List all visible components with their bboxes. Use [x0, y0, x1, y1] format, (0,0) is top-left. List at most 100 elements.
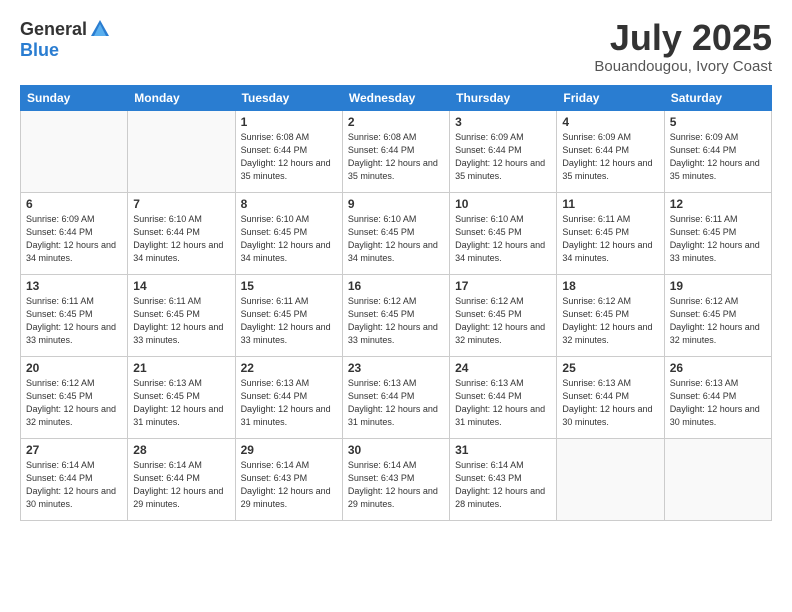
day-number: 15 — [241, 279, 337, 293]
calendar-title: July 2025 — [594, 18, 772, 58]
header-wednesday: Wednesday — [342, 85, 449, 110]
day-info: Sunrise: 6:10 AM Sunset: 6:45 PM Dayligh… — [348, 213, 444, 265]
table-row: 16 Sunrise: 6:12 AM Sunset: 6:45 PM Dayli… — [342, 274, 449, 356]
table-row: 20 Sunrise: 6:12 AM Sunset: 6:45 PM Dayli… — [21, 356, 128, 438]
table-row: 10 Sunrise: 6:10 AM Sunset: 6:45 PM Dayli… — [450, 192, 557, 274]
day-info: Sunrise: 6:08 AM Sunset: 6:44 PM Dayligh… — [348, 131, 444, 183]
table-row: 23Sunrise: 6:13 AM Sunset: 6:44 PM Dayli… — [342, 356, 449, 438]
day-info: Sunrise: 6:13 AM Sunset: 6:44 PM Dayligh… — [455, 377, 551, 429]
table-row: 31Sunrise: 6:14 AM Sunset: 6:43 PM Dayli… — [450, 438, 557, 520]
table-row — [664, 438, 771, 520]
table-row: 12 Sunrise: 6:11 AM Sunset: 6:45 PM Dayli… — [664, 192, 771, 274]
day-number: 21 — [133, 361, 229, 375]
table-row: 6 Sunrise: 6:09 AM Sunset: 6:44 PM Daylig… — [21, 192, 128, 274]
day-number: 9 — [348, 197, 444, 211]
day-info: Sunrise: 6:13 AM Sunset: 6:44 PM Dayligh… — [241, 377, 337, 429]
day-info: Sunrise: 6:11 AM Sunset: 6:45 PM Dayligh… — [241, 295, 337, 347]
day-number: 5 — [670, 115, 766, 129]
day-number: 8 — [241, 197, 337, 211]
day-info: Sunrise: 6:10 AM Sunset: 6:45 PM Dayligh… — [241, 213, 337, 265]
table-row: 26Sunrise: 6:13 AM Sunset: 6:44 PM Dayli… — [664, 356, 771, 438]
day-number: 12 — [670, 197, 766, 211]
day-number: 25 — [562, 361, 658, 375]
day-number: 7 — [133, 197, 229, 211]
logo-blue: Blue — [20, 40, 59, 61]
day-number: 29 — [241, 443, 337, 457]
table-row: 24 Sunrise: 6:13 AM Sunset: 6:44 PM Dayli… — [450, 356, 557, 438]
day-info: Sunrise: 6:11 AM Sunset: 6:45 PM Dayligh… — [670, 213, 766, 265]
day-info: Sunrise: 6:08 AM Sunset: 6:44 PM Dayligh… — [241, 131, 337, 183]
day-number: 10 — [455, 197, 551, 211]
day-number: 6 — [26, 197, 122, 211]
day-number: 28 — [133, 443, 229, 457]
table-row: 11 Sunrise: 6:11 AM Sunset: 6:45 PM Dayli… — [557, 192, 664, 274]
table-row: 7 Sunrise: 6:10 AM Sunset: 6:44 PM Daylig… — [128, 192, 235, 274]
day-number: 26 — [670, 361, 766, 375]
table-row: 3Sunrise: 6:09 AM Sunset: 6:44 PM Daylig… — [450, 110, 557, 192]
day-info: Sunrise: 6:10 AM Sunset: 6:44 PM Dayligh… — [133, 213, 229, 265]
day-number: 31 — [455, 443, 551, 457]
day-info: Sunrise: 6:11 AM Sunset: 6:45 PM Dayligh… — [26, 295, 122, 347]
header-thursday: Thursday — [450, 85, 557, 110]
header-tuesday: Tuesday — [235, 85, 342, 110]
day-number: 24 — [455, 361, 551, 375]
page: General Blue July 2025 Bouandougou, Ivor… — [0, 0, 792, 612]
table-row: 1Sunrise: 6:08 AM Sunset: 6:44 PM Daylig… — [235, 110, 342, 192]
header-saturday: Saturday — [664, 85, 771, 110]
day-info: Sunrise: 6:11 AM Sunset: 6:45 PM Dayligh… — [562, 213, 658, 265]
day-info: Sunrise: 6:13 AM Sunset: 6:44 PM Dayligh… — [562, 377, 658, 429]
logo-general: General — [20, 19, 87, 40]
day-info: Sunrise: 6:14 AM Sunset: 6:44 PM Dayligh… — [26, 459, 122, 511]
day-number: 2 — [348, 115, 444, 129]
table-row: 29 Sunrise: 6:14 AM Sunset: 6:43 PM Dayli… — [235, 438, 342, 520]
header: General Blue July 2025 Bouandougou, Ivor… — [20, 18, 772, 75]
day-number: 17 — [455, 279, 551, 293]
table-row: 19Sunrise: 6:12 AM Sunset: 6:45 PM Dayli… — [664, 274, 771, 356]
day-info: Sunrise: 6:14 AM Sunset: 6:43 PM Dayligh… — [241, 459, 337, 511]
calendar-week-row: 27 Sunrise: 6:14 AM Sunset: 6:44 PM Dayli… — [21, 438, 772, 520]
logo-icon — [89, 18, 111, 40]
day-number: 20 — [26, 361, 122, 375]
table-row: 21 Sunrise: 6:13 AM Sunset: 6:45 PM Dayli… — [128, 356, 235, 438]
table-row: 2 Sunrise: 6:08 AM Sunset: 6:44 PM Daylig… — [342, 110, 449, 192]
day-info: Sunrise: 6:14 AM Sunset: 6:43 PM Dayligh… — [348, 459, 444, 511]
day-info: Sunrise: 6:12 AM Sunset: 6:45 PM Dayligh… — [348, 295, 444, 347]
day-info: Sunrise: 6:09 AM Sunset: 6:44 PM Dayligh… — [670, 131, 766, 183]
day-number: 11 — [562, 197, 658, 211]
day-info: Sunrise: 6:13 AM Sunset: 6:45 PM Dayligh… — [133, 377, 229, 429]
header-friday: Friday — [557, 85, 664, 110]
day-info: Sunrise: 6:13 AM Sunset: 6:44 PM Dayligh… — [348, 377, 444, 429]
table-row: 22 Sunrise: 6:13 AM Sunset: 6:44 PM Dayli… — [235, 356, 342, 438]
day-number: 14 — [133, 279, 229, 293]
table-row: 4Sunrise: 6:09 AM Sunset: 6:44 PM Daylig… — [557, 110, 664, 192]
header-monday: Monday — [128, 85, 235, 110]
day-number: 4 — [562, 115, 658, 129]
day-info: Sunrise: 6:14 AM Sunset: 6:44 PM Dayligh… — [133, 459, 229, 511]
day-info: Sunrise: 6:09 AM Sunset: 6:44 PM Dayligh… — [26, 213, 122, 265]
table-row: 15 Sunrise: 6:11 AM Sunset: 6:45 PM Dayli… — [235, 274, 342, 356]
day-info: Sunrise: 6:12 AM Sunset: 6:45 PM Dayligh… — [562, 295, 658, 347]
table-row — [557, 438, 664, 520]
day-info: Sunrise: 6:12 AM Sunset: 6:45 PM Dayligh… — [26, 377, 122, 429]
table-row: 18Sunrise: 6:12 AM Sunset: 6:45 PM Dayli… — [557, 274, 664, 356]
calendar-week-row: 13 Sunrise: 6:11 AM Sunset: 6:45 PM Dayli… — [21, 274, 772, 356]
day-info: Sunrise: 6:11 AM Sunset: 6:45 PM Dayligh… — [133, 295, 229, 347]
calendar-header-row: Sunday Monday Tuesday Wednesday Thursday… — [21, 85, 772, 110]
day-number: 13 — [26, 279, 122, 293]
calendar-week-row: 6 Sunrise: 6:09 AM Sunset: 6:44 PM Daylig… — [21, 192, 772, 274]
day-number: 22 — [241, 361, 337, 375]
table-row: 14 Sunrise: 6:11 AM Sunset: 6:45 PM Dayli… — [128, 274, 235, 356]
day-info: Sunrise: 6:10 AM Sunset: 6:45 PM Dayligh… — [455, 213, 551, 265]
header-sunday: Sunday — [21, 85, 128, 110]
title-section: July 2025 Bouandougou, Ivory Coast — [594, 18, 772, 75]
day-info: Sunrise: 6:09 AM Sunset: 6:44 PM Dayligh… — [455, 131, 551, 183]
table-row: 17Sunrise: 6:12 AM Sunset: 6:45 PM Dayli… — [450, 274, 557, 356]
calendar-week-row: 1Sunrise: 6:08 AM Sunset: 6:44 PM Daylig… — [21, 110, 772, 192]
day-number: 16 — [348, 279, 444, 293]
logo: General Blue — [20, 18, 111, 61]
table-row: 5 Sunrise: 6:09 AM Sunset: 6:44 PM Daylig… — [664, 110, 771, 192]
table-row: 25 Sunrise: 6:13 AM Sunset: 6:44 PM Dayli… — [557, 356, 664, 438]
day-number: 27 — [26, 443, 122, 457]
calendar-table: Sunday Monday Tuesday Wednesday Thursday… — [20, 85, 772, 521]
table-row: 13 Sunrise: 6:11 AM Sunset: 6:45 PM Dayli… — [21, 274, 128, 356]
